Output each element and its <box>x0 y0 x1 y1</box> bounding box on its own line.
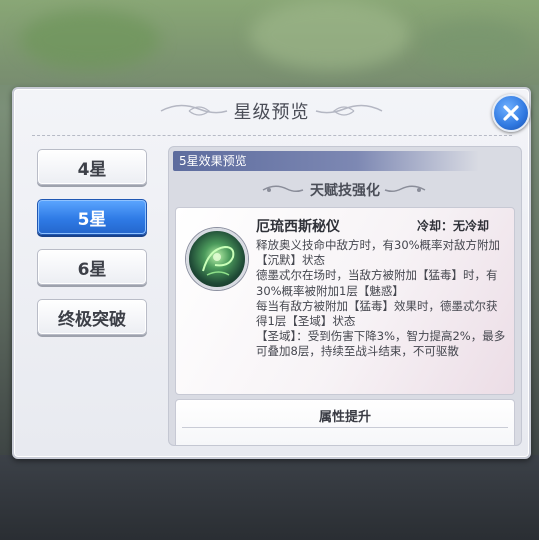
preview-panel[interactable]: 5星效果预览 天赋技强化 厄琉西斯秘仪 冷却：无冷却 释放奥义技命中敌方时，有3… <box>168 146 522 446</box>
background-foliage <box>20 10 160 70</box>
dialog-title: 星级预览 <box>233 102 310 123</box>
attribute-title: 属性提升 <box>318 410 371 425</box>
section-title-text: 天赋技强化 <box>310 183 380 199</box>
skill-cooldown: 冷却：无冷却 <box>417 219 490 233</box>
background-foliage <box>250 0 410 70</box>
tab-label: 5星 <box>77 209 107 230</box>
section-ornament-right-icon <box>384 185 426 193</box>
game-scene: 星级预览 4星 5星 6星 终极突破 5星效果预览 天赋技强化 厄琉西斯秘仪 冷… <box>0 0 539 540</box>
tab-4-star[interactable]: 4星 <box>37 149 147 185</box>
attribute-card: 属性提升 <box>175 399 515 445</box>
background-bottom <box>0 455 539 540</box>
background-foliage <box>420 20 530 70</box>
skill-name: 厄琉西斯秘仪 <box>256 219 340 235</box>
skill-card: 厄琉西斯秘仪 冷却：无冷却 释放奥义技命中敌方时，有30%概率对敌方附加【沉默】… <box>175 207 515 395</box>
title-divider <box>32 135 512 136</box>
title-ornament-left-icon <box>160 104 228 116</box>
tab-ultimate-breakthrough[interactable]: 终极突破 <box>37 299 147 335</box>
tab-label: 终极突破 <box>58 309 126 330</box>
tab-5-star[interactable]: 5星 <box>37 199 147 235</box>
dialog-title-bar: 星级预览 <box>14 89 529 133</box>
skill-description: 释放奥义技命中敌方时，有30%概率对敌方附加【沉默】状态 德墨忒尔在场时，当敌方… <box>256 238 506 359</box>
talent-section-title: 天赋技强化 <box>169 179 521 201</box>
skill-icon <box>186 228 248 290</box>
close-button[interactable] <box>492 94 530 132</box>
attribute-divider <box>182 427 508 428</box>
tab-label: 4星 <box>77 159 107 180</box>
close-icon <box>503 105 519 121</box>
preview-header: 5星效果预览 <box>173 151 479 171</box>
green-swirl-icon <box>202 245 235 276</box>
tab-label: 6星 <box>77 259 107 280</box>
star-preview-dialog: 星级预览 4星 5星 6星 终极突破 5星效果预览 天赋技强化 厄琉西斯秘仪 冷… <box>12 87 531 459</box>
title-ornament-right-icon <box>315 104 383 116</box>
tab-6-star[interactable]: 6星 <box>37 249 147 285</box>
